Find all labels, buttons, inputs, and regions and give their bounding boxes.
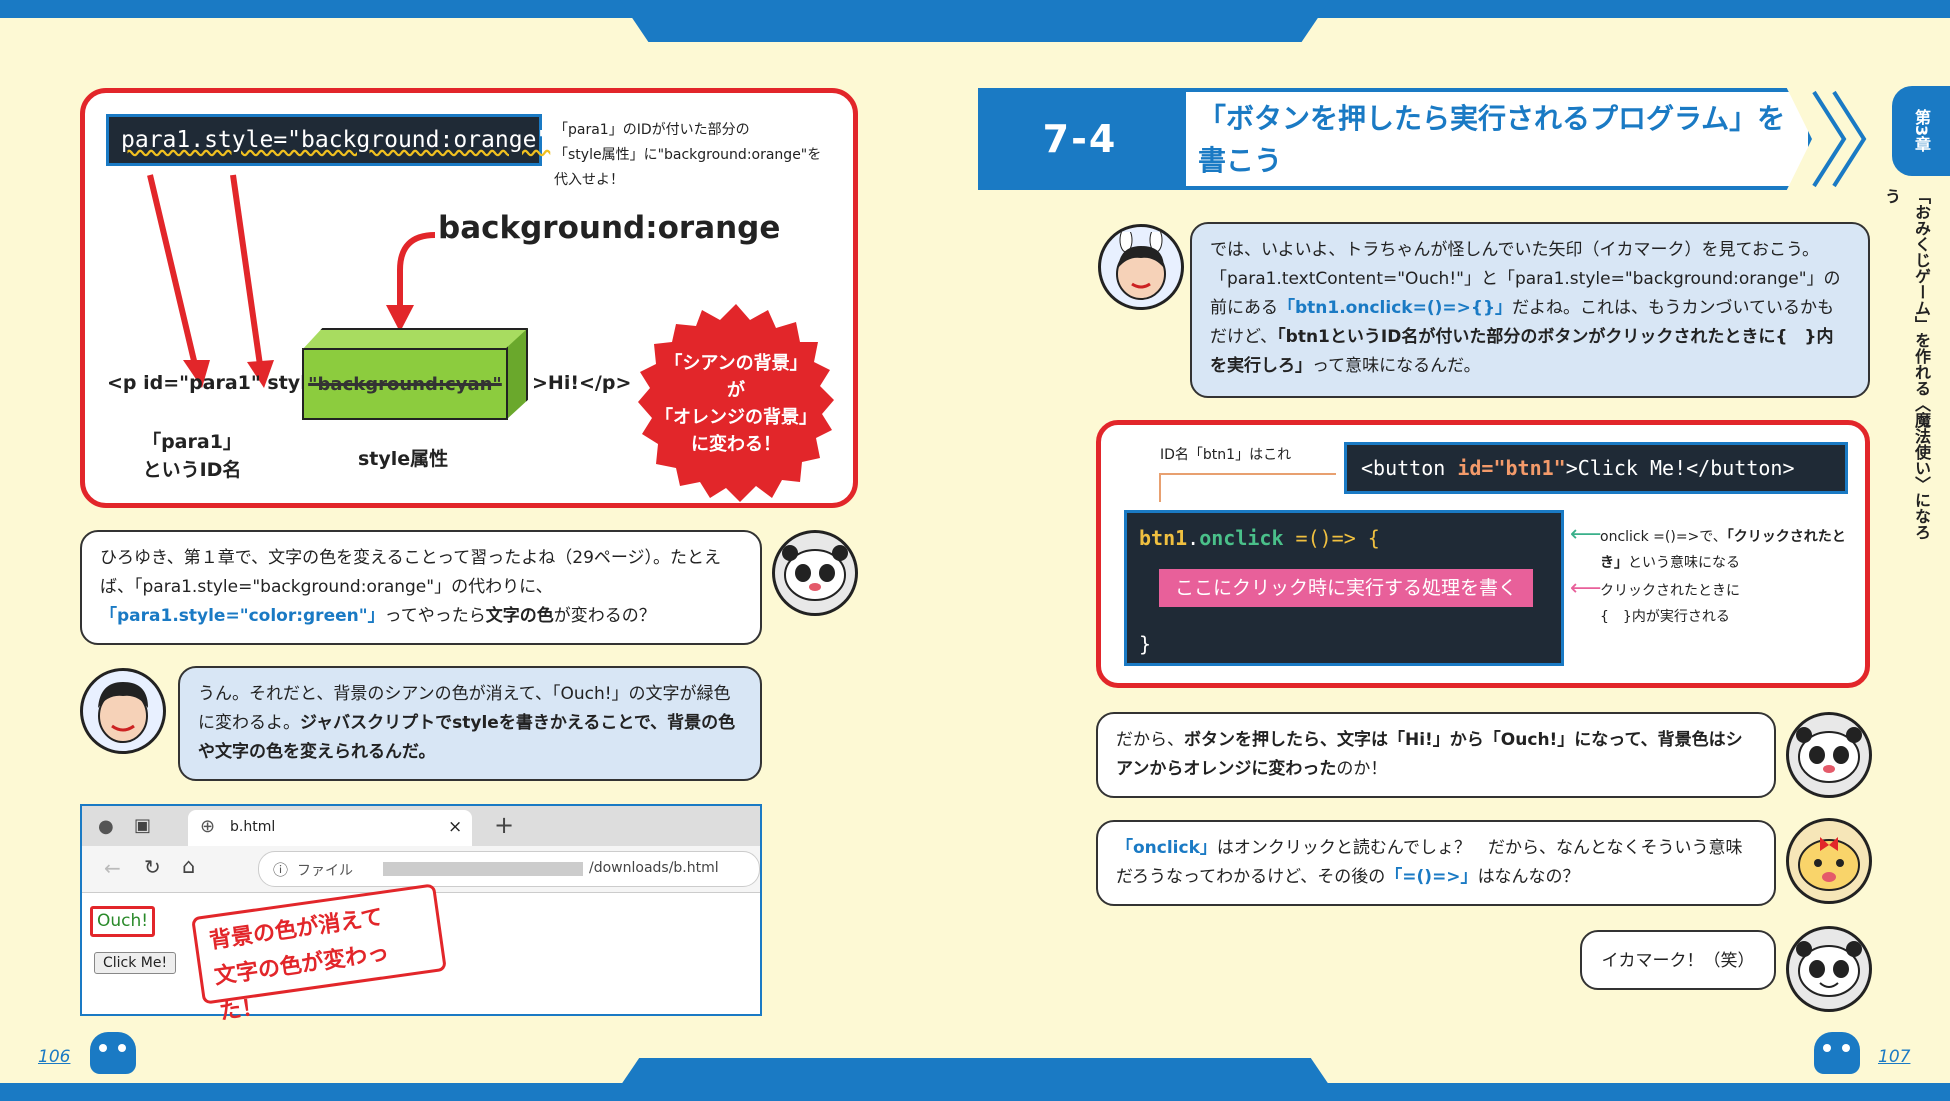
profile-icon[interactable]: ● bbox=[98, 816, 114, 837]
bg-orange-label: background:orange bbox=[438, 210, 781, 246]
speech-bubble-hiroyuki-2: では、いよいよ、トラちゃんが怪しんでいた矢印（イカマーク）を見ておこう。「par… bbox=[1190, 222, 1870, 398]
panda-avatar-2 bbox=[1786, 712, 1872, 798]
code-style-assignment: para1.style="background:orange" bbox=[106, 114, 550, 166]
onclick-code-block: btn1.onclick =()=> { ここにクリック時に実行する処理を書く … bbox=[1124, 510, 1564, 666]
chevron-arrows-icon bbox=[1812, 90, 1867, 188]
section-title: 「ボタンを押したら実行されるプログラム」を 書こう bbox=[1198, 102, 1786, 177]
home-icon[interactable]: ⌂ bbox=[182, 854, 195, 878]
panda-avatar bbox=[772, 530, 858, 616]
ouch-paragraph: Ouch! bbox=[90, 906, 156, 937]
speech-bubble-panda-3: イカマーク！（笑） bbox=[1580, 930, 1776, 990]
arrow-green-icon: ⟵ bbox=[1570, 522, 1602, 547]
speech-bubble-panda-1: ひろゆき、第１章で、文字の色を変えることって習ったよね（29ページ）。たとえば、… bbox=[80, 530, 762, 645]
robot-mascot-left bbox=[90, 1032, 136, 1074]
robot-mascot-right bbox=[1814, 1032, 1860, 1074]
back-icon[interactable]: ← bbox=[104, 856, 121, 880]
chapter-vertical-title: 「おみくじゲーム」を作れる〈魔法使い〉になろう bbox=[1882, 188, 1931, 540]
click-me-button[interactable]: Click Me! bbox=[94, 952, 177, 974]
info-icon: ⓘ bbox=[273, 861, 289, 879]
chapter-tab: 第3章 bbox=[1892, 86, 1950, 176]
panda-avatar-3 bbox=[1786, 926, 1872, 1012]
button-tag-code: <button id="btn1">Click Me!</button> bbox=[1344, 442, 1848, 494]
cyan-struck-value: "background:cyan" bbox=[308, 373, 502, 395]
hiroyuki-avatar bbox=[80, 668, 166, 754]
reload-icon[interactable]: ↻ bbox=[144, 855, 161, 879]
speech-bubble-tiger: 「onclick」はオンクリックと読むんでしょ？ だから、なんとなくそういう意味… bbox=[1096, 820, 1776, 906]
new-tab-icon[interactable]: + bbox=[494, 811, 514, 839]
page-number-left: 106 bbox=[38, 1047, 71, 1067]
blurred-path bbox=[383, 862, 583, 876]
handler-placeholder: ここにクリック時に実行する処理を書く bbox=[1159, 569, 1533, 607]
section-number-box: 7-4 bbox=[978, 88, 1182, 190]
id-note: ID名「btn1」はこれ bbox=[1160, 447, 1292, 463]
arrow-pink-icon: ⟵ bbox=[1570, 576, 1602, 601]
hiroyuki-bunny-avatar bbox=[1098, 224, 1184, 310]
onclick-note: onclick =()=>で、「クリックされたとき」という意味になる bbox=[1600, 529, 1846, 571]
cyan-box-top bbox=[302, 328, 528, 350]
id-label: 「para1」 というID名 bbox=[142, 431, 242, 481]
bottom-band-tab bbox=[610, 1058, 1340, 1101]
tab-close-icon[interactable]: × bbox=[448, 817, 462, 837]
cyan-box: "background:cyan" bbox=[302, 348, 508, 420]
tab-title: b.html bbox=[230, 819, 276, 835]
address-bar[interactable]: ⓘ ファイル /downloads/b.html bbox=[258, 851, 760, 887]
file-label: ファイル bbox=[297, 863, 353, 879]
id-pointer-line bbox=[1159, 473, 1336, 502]
globe-icon: ⊕ bbox=[200, 816, 216, 837]
browser-tab[interactable]: ⊕ b.html × bbox=[188, 810, 472, 846]
style-attr-label: style属性 bbox=[358, 448, 449, 470]
p-close-tag: >Hi!</p> bbox=[532, 372, 632, 394]
section-header: 7-4 「ボタンを押したら実行されるプログラム」を 書こう bbox=[978, 88, 1870, 190]
browser-tab-bar: ● ▣ ⊕ b.html × + bbox=[82, 806, 760, 846]
speech-bubble-panda-2: だから、ボタンを押したら、文字は「Hi!」から「Ouch!」になって、背景色はシ… bbox=[1096, 712, 1776, 798]
top-band-tab bbox=[620, 0, 1330, 42]
url-text: /downloads/b.html bbox=[589, 860, 719, 876]
tab-actions-icon[interactable]: ▣ bbox=[134, 815, 151, 836]
braces-note: クリックされたときに { }内が実行される bbox=[1600, 583, 1740, 625]
page-number-right: 107 bbox=[1878, 1047, 1911, 1067]
tiger-avatar bbox=[1786, 818, 1872, 904]
speech-bubble-hiroyuki-1: うん。それだと、背景のシアンの色が消えて、「Ouch!」の文字が緑色に変わるよ。… bbox=[178, 666, 762, 781]
